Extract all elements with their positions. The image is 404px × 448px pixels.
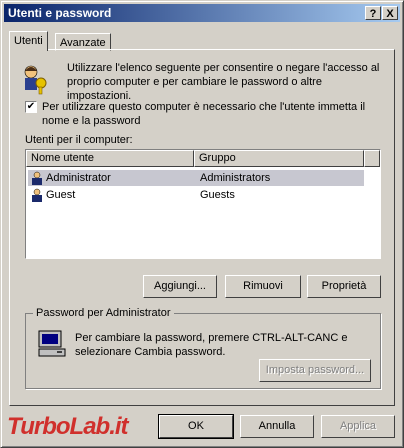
window-title: Utenti e password: [8, 6, 112, 20]
remove-button[interactable]: Rimuovi: [225, 275, 301, 298]
add-button[interactable]: Aggiungi...: [143, 275, 217, 298]
user-name: Guest: [46, 189, 76, 201]
properties-button[interactable]: Proprietà: [307, 275, 381, 298]
require-password-label: Per utilizzare questo computer è necessa…: [42, 101, 366, 127]
help-button[interactable]: ?: [365, 6, 381, 20]
add-button-label: Aggiungi...: [154, 280, 206, 292]
close-icon: X: [386, 8, 394, 20]
require-password-checkbox[interactable]: ✔: [25, 101, 37, 113]
table-row[interactable]: Administrator Administrators: [28, 170, 364, 186]
users-table[interactable]: Nome utente Gruppo Administrator Adminis…: [25, 149, 381, 259]
user-group: Administrators: [200, 172, 271, 184]
ok-button-label: OK: [188, 420, 204, 432]
tab-avanzate-label: Avanzate: [60, 37, 106, 49]
column-header-group[interactable]: Gruppo: [194, 150, 364, 167]
check-mark-icon: ✔: [26, 101, 36, 112]
users-list-label: Utenti per il computer:: [25, 134, 133, 146]
remove-button-label: Rimuovi: [243, 280, 283, 292]
close-button[interactable]: X: [382, 6, 398, 20]
user-icon: [32, 188, 42, 202]
watermark: TurboLab.it: [7, 413, 129, 440]
cancel-button[interactable]: Annulla: [240, 415, 314, 438]
user-group: Guests: [200, 189, 235, 201]
dialog-window: Utenti e password ? X Utenti Avanzate Ut…: [0, 0, 404, 448]
set-password-button-label: Imposta password...: [265, 364, 365, 376]
help-icon: ?: [369, 8, 377, 20]
set-password-button[interactable]: Imposta password...: [259, 359, 371, 382]
apply-button-label: Applica: [339, 420, 377, 432]
properties-button-label: Proprietà: [321, 280, 367, 292]
apply-button[interactable]: Applica: [321, 415, 395, 438]
password-instructions: Per cambiare la password, premere CTRL-A…: [75, 332, 348, 358]
column-header-filler: [364, 150, 380, 167]
column-header-name[interactable]: Nome utente: [26, 150, 194, 167]
password-group-title: Password per Administrator: [33, 307, 174, 319]
user-icon: [32, 171, 42, 185]
ok-button[interactable]: OK: [158, 414, 234, 439]
tab-utenti-label: Utenti: [14, 35, 43, 47]
table-row[interactable]: Guest Guests: [28, 187, 364, 203]
computer-icon: [38, 330, 66, 357]
user-name: Administrator: [46, 172, 111, 184]
users-key-icon: [24, 65, 47, 95]
cancel-button-label: Annulla: [258, 420, 296, 432]
tab-utenti[interactable]: Utenti: [9, 31, 48, 51]
info-text: Utilizzare l'elenco seguente per consent…: [67, 62, 380, 102]
title-bar: Utenti e password ? X: [4, 4, 400, 22]
